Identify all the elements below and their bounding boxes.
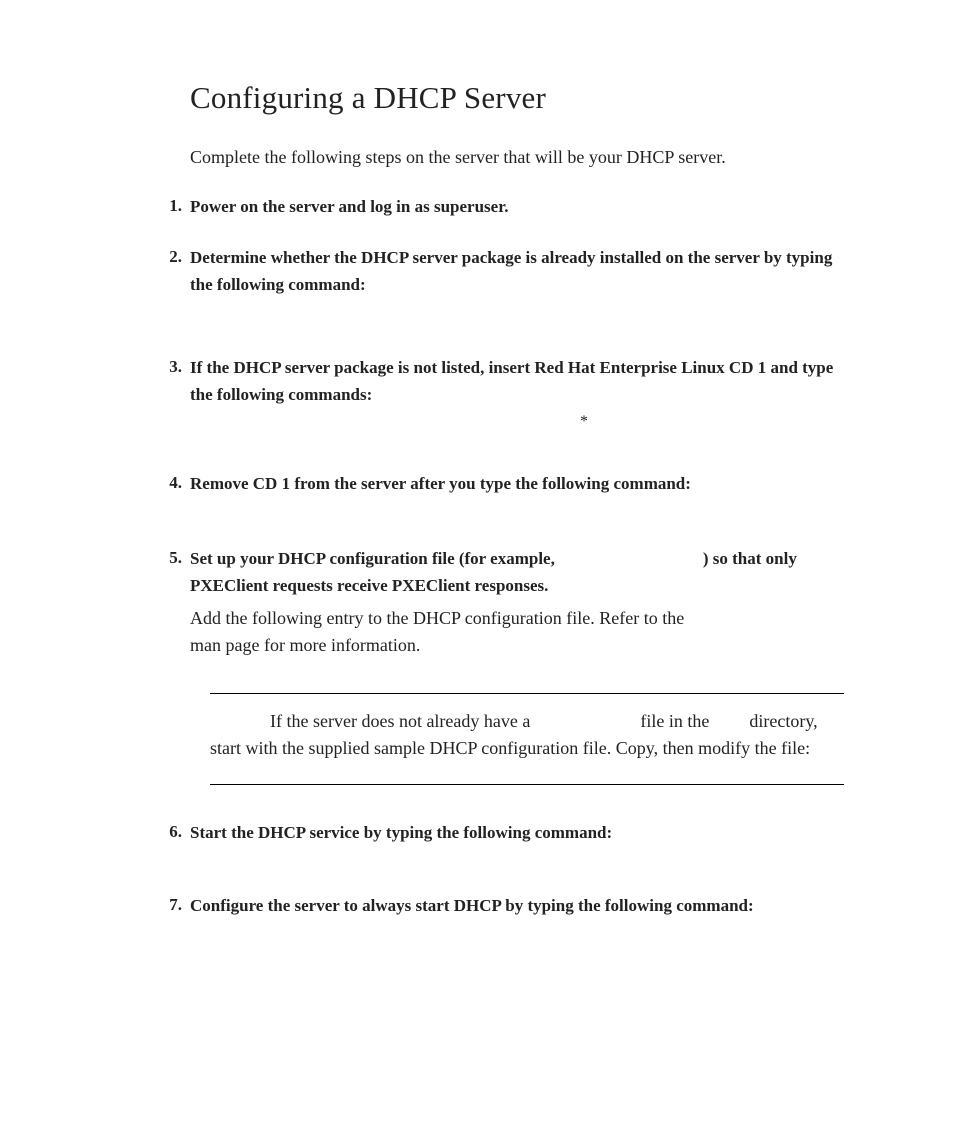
step-3-command-placeholder: * [190, 408, 844, 446]
step-7-text: Configure the server to always start DHC… [190, 896, 754, 915]
tip-text: If the server does not already have a fil… [210, 708, 844, 762]
step-3: If the DHCP server package is not listed… [170, 354, 844, 446]
tip-text-a: If the server does not already have a [270, 711, 530, 731]
intro-paragraph: Complete the following steps on the serv… [190, 144, 844, 171]
step-6-text: Start the DHCP service by typing the fol… [190, 823, 612, 842]
step-4-command-placeholder [190, 497, 844, 521]
step-5-text-a: Set up your DHCP configuration file (for… [190, 549, 555, 568]
step-4-text: Remove CD 1 from the server after you ty… [190, 474, 691, 493]
step-6-command-placeholder [190, 846, 844, 868]
document-page: Configuring a DHCP Server Complete the f… [0, 0, 954, 919]
step-1-text: Power on the server and log in as superu… [190, 197, 508, 216]
steps-list: Power on the server and log in as superu… [170, 193, 844, 919]
step-4: Remove CD 1 from the server after you ty… [170, 470, 844, 521]
step-5: Set up your DHCP configuration file (for… [170, 545, 844, 785]
tip-box: If the server does not already have a fil… [210, 693, 844, 785]
step-7: Configure the server to always start DHC… [170, 892, 844, 919]
step-5-body-a: Add the following entry to the DHCP conf… [190, 608, 684, 628]
tip-text-b: file in the [640, 711, 709, 731]
step-3-text: If the DHCP server package is not listed… [190, 358, 833, 404]
step-5-body: Add the following entry to the DHCP conf… [190, 605, 844, 659]
asterisk-icon: * [580, 410, 588, 434]
step-6: Start the DHCP service by typing the fol… [170, 819, 844, 868]
page-title: Configuring a DHCP Server [190, 80, 844, 116]
step-2: Determine whether the DHCP server packag… [170, 244, 844, 330]
step-5-body-b: man page for more information. [190, 635, 420, 655]
step-5-text: Set up your DHCP configuration file (for… [190, 549, 797, 595]
step-1: Power on the server and log in as superu… [170, 193, 844, 220]
step-2-text: Determine whether the DHCP server packag… [190, 248, 832, 294]
step-2-command-placeholder [190, 298, 844, 330]
